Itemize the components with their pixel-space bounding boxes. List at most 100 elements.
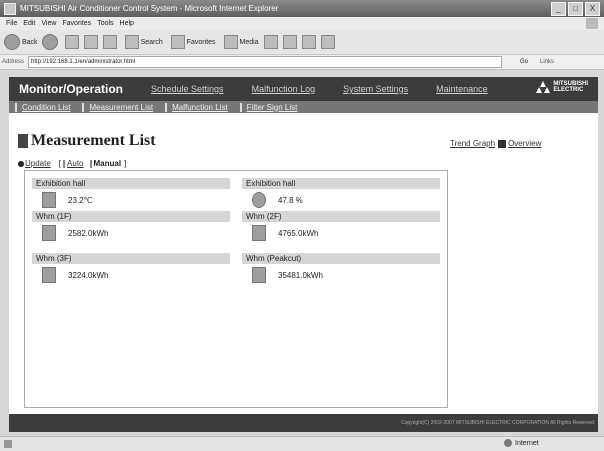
update-controls: Update [ Auto Manual ] xyxy=(18,159,126,168)
search-icon xyxy=(124,35,139,49)
search-label: Search xyxy=(140,38,163,46)
thermometer-icon xyxy=(42,192,56,208)
menu-help[interactable]: Help xyxy=(120,20,134,27)
home-icon[interactable] xyxy=(102,35,117,49)
measurement-unit: kWh xyxy=(302,228,319,238)
sub-nav: Condition List Measurement List Malfunct… xyxy=(9,101,598,113)
media-icon xyxy=(223,35,238,49)
measurement-value: 23.2 xyxy=(68,195,84,205)
overview-link[interactable]: Overview xyxy=(508,139,541,148)
manual-label: Manual xyxy=(93,159,122,168)
menu-file[interactable]: File xyxy=(6,20,17,27)
overview-icon xyxy=(498,139,507,148)
mail-icon[interactable] xyxy=(282,35,297,49)
measurement-unit: kWh xyxy=(92,270,109,280)
measurement-item: Whm (1F) 2582.0 kWh xyxy=(32,211,230,244)
title-bullet-icon xyxy=(18,134,28,148)
go-button[interactable]: Go xyxy=(520,59,528,65)
subnav-malfunction-list[interactable]: Malfunction List xyxy=(165,102,228,112)
measurement-value: 3224.0 xyxy=(68,270,93,280)
nav-schedule-settings[interactable]: Schedule Settings xyxy=(151,84,224,94)
measurement-unit: kWh xyxy=(92,228,109,238)
nav-malfunction-log[interactable]: Malfunction Log xyxy=(252,84,316,94)
measurement-item: Exhibition hall 47.8 % xyxy=(242,178,440,211)
address-input[interactable]: http://192.168.1.1/en/administrator.html xyxy=(28,56,503,68)
update-bullet-icon xyxy=(18,160,24,167)
menu-edit[interactable]: Edit xyxy=(23,20,35,27)
history-icon[interactable] xyxy=(263,35,278,49)
back-arrow-icon xyxy=(4,34,20,50)
subnav-filter-sign-list[interactable]: Filter Sign List xyxy=(239,102,297,112)
subnav-condition-list[interactable]: Condition List xyxy=(15,102,70,112)
logo-text-line2: ELECTRIC xyxy=(553,87,584,93)
measurement-item: Whm (Peakcut) 35481.0 kWh xyxy=(242,253,440,286)
print-icon[interactable] xyxy=(301,35,316,49)
refresh-icon[interactable] xyxy=(83,35,98,49)
web-page: Monitor/Operation Schedule Settings Malf… xyxy=(9,77,598,432)
measurement-item: Whm (2F) 4765.0 kWh xyxy=(242,211,440,244)
page-status-icon xyxy=(4,440,12,448)
measurement-label: Whm (2F) xyxy=(242,211,440,222)
measurement-label: Whm (Peakcut) xyxy=(242,253,440,264)
media-button[interactable]: Media xyxy=(223,35,259,49)
forward-button[interactable] xyxy=(41,34,60,50)
zone-label: Internet xyxy=(515,439,539,447)
measurement-label: Exhibition hall xyxy=(242,178,440,189)
view-links: Trend Graph Overview xyxy=(450,139,541,148)
browser-toolbar: Back Search Favorites Media xyxy=(0,30,604,55)
measurement-item: Exhibition hall 23.2 ℃ xyxy=(32,178,230,211)
ie-icon xyxy=(4,2,16,15)
search-button[interactable]: Search xyxy=(124,35,163,49)
subnav-measurement-list[interactable]: Measurement List xyxy=(82,102,153,112)
meter-icon xyxy=(252,267,266,283)
favorites-button[interactable]: Favorites xyxy=(170,35,216,49)
minimize-button[interactable]: _ xyxy=(551,2,566,16)
measurement-value: 47.8 xyxy=(278,195,294,205)
menu-tools[interactable]: Tools xyxy=(97,20,113,27)
menu-view[interactable]: View xyxy=(41,20,56,27)
measurement-label: Exhibition hall xyxy=(32,178,230,189)
close-button[interactable]: X xyxy=(585,2,600,16)
page-title: Measurement List xyxy=(31,132,156,149)
measurement-unit: kWh xyxy=(306,270,323,280)
meter-icon xyxy=(42,267,56,283)
menu-favorites[interactable]: Favorites xyxy=(62,20,91,27)
nav-system-settings[interactable]: System Settings xyxy=(343,84,408,94)
window-titlebar: MITSUBISHI Air Conditioner Control Syste… xyxy=(0,0,604,17)
window-title: MITSUBISHI Air Conditioner Control Syste… xyxy=(20,4,279,13)
trend-graph-link[interactable]: Trend Graph xyxy=(450,139,495,148)
address-label: Address xyxy=(2,59,25,65)
auto-link[interactable]: Auto xyxy=(67,159,83,168)
security-zone: Internet xyxy=(504,439,539,447)
measurement-value: 2582.0 xyxy=(68,228,93,238)
address-bar: Address http://192.168.1.1/en/administra… xyxy=(0,55,604,70)
back-button[interactable]: Back xyxy=(4,34,38,50)
status-bar: Internet xyxy=(0,436,604,451)
measurement-label: Whm (3F) xyxy=(32,253,230,264)
menubar: File Edit View Favorites Tools Help xyxy=(0,17,604,30)
three-diamonds-icon xyxy=(536,81,551,93)
nav-maintenance[interactable]: Maintenance xyxy=(436,84,488,94)
measurement-unit: % xyxy=(295,195,303,205)
divider-icon xyxy=(63,159,66,168)
measurement-value: 35481.0 xyxy=(278,270,307,280)
bracket-open: [ xyxy=(58,159,62,168)
nav-monitor-operation[interactable]: Monitor/Operation xyxy=(19,82,123,96)
top-nav: Monitor/Operation Schedule Settings Malf… xyxy=(9,77,598,101)
bracket-close: ] xyxy=(124,159,127,168)
divider-icon xyxy=(89,159,92,168)
stop-icon[interactable] xyxy=(64,35,79,49)
globe-icon xyxy=(504,439,512,447)
meter-icon xyxy=(42,225,56,241)
forward-arrow-icon xyxy=(41,34,58,50)
windows-flag-icon xyxy=(586,18,598,29)
edit-icon[interactable] xyxy=(320,35,335,49)
star-icon xyxy=(170,35,185,49)
update-link[interactable]: Update xyxy=(25,159,51,168)
back-label: Back xyxy=(22,38,38,46)
measurement-panel: Exhibition hall 23.2 ℃ Exhibition hall 4… xyxy=(24,170,448,408)
humidity-icon xyxy=(252,192,266,208)
maximize-button[interactable]: □ xyxy=(568,2,583,16)
links-button[interactable]: Links xyxy=(540,59,554,65)
media-label: Media xyxy=(239,38,259,46)
